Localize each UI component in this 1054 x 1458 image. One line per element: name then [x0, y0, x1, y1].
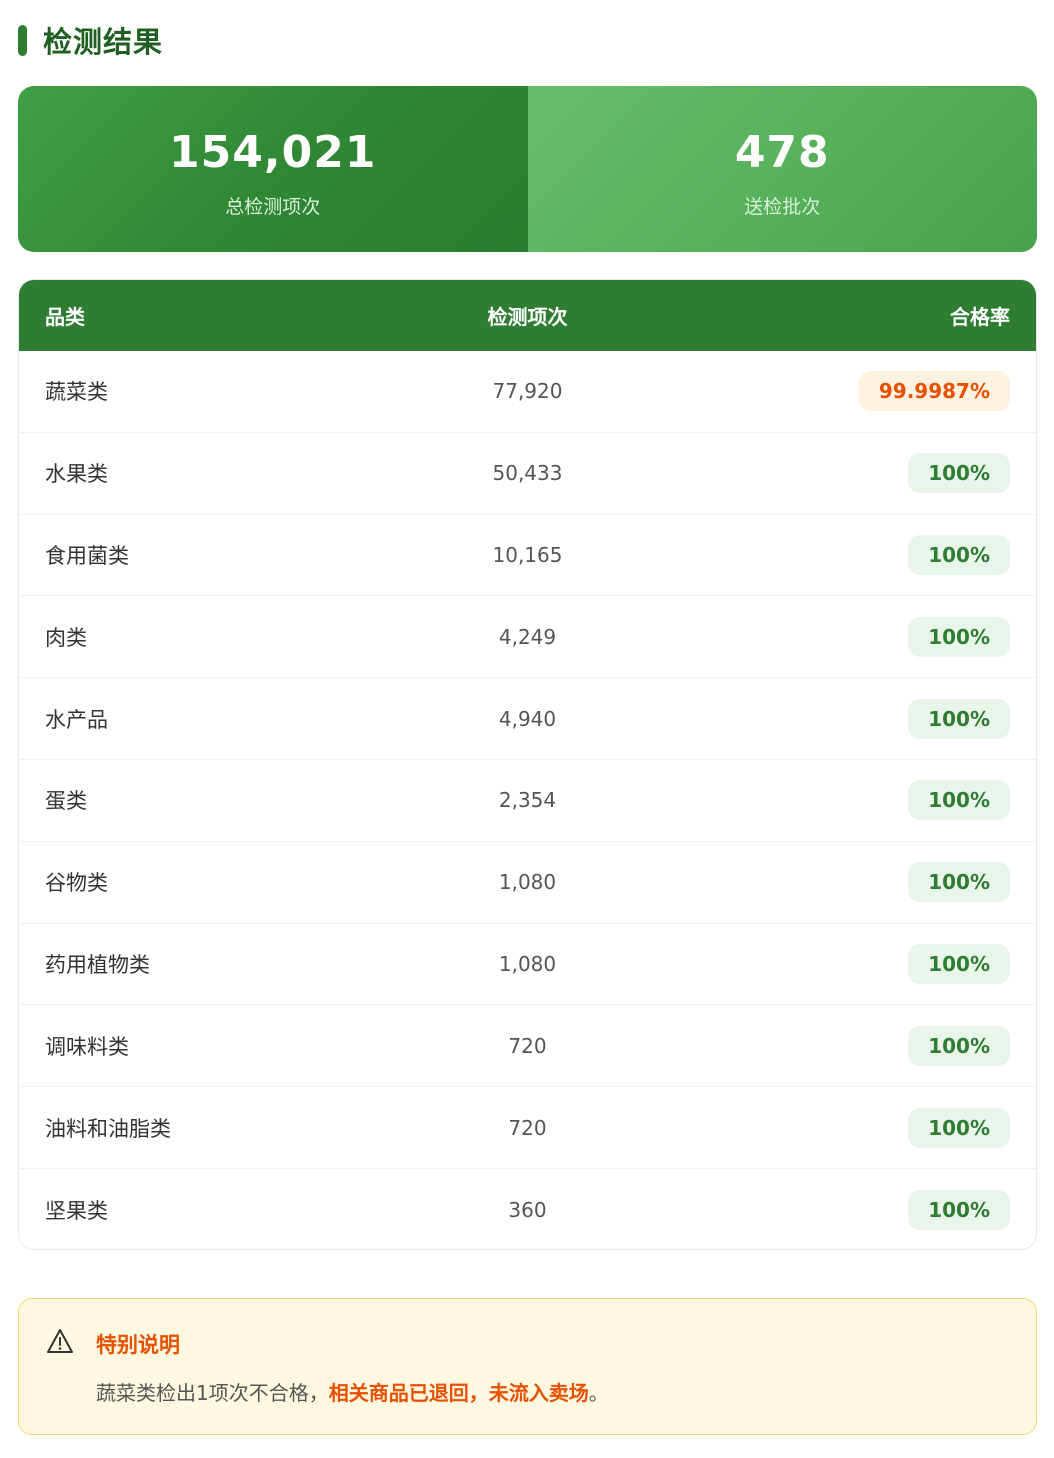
- cell-rate: 100%: [696, 862, 1036, 903]
- table-header: 品类 检测项次 合格率: [19, 280, 1036, 351]
- cell-rate: 99.9987%: [696, 371, 1036, 412]
- table-row: 食用菌类 10,165 100%: [19, 515, 1036, 597]
- table-row: 坚果类 360 100%: [19, 1169, 1036, 1249]
- cell-rate: 100%: [696, 453, 1036, 494]
- section-header: 检测结果: [18, 20, 163, 60]
- cell-rate: 100%: [696, 943, 1036, 984]
- cell-count: 4,249: [498, 624, 557, 649]
- stat-total-items-value: 154,021: [169, 127, 377, 178]
- cell-category: 蔬菜类: [45, 380, 108, 405]
- cell-category: 油料和油脂类: [45, 1116, 171, 1141]
- pass-rate-badge: 100%: [908, 698, 1010, 739]
- pass-rate-badge: 100%: [908, 453, 1010, 494]
- cell-count: 2,354: [498, 788, 557, 813]
- stat-batches: 478 送检批次: [527, 86, 1037, 252]
- pass-rate-badge: 100%: [908, 1107, 1010, 1148]
- cell-category: 药用植物类: [45, 952, 150, 977]
- table-row: 水产品 4,940 100%: [19, 678, 1036, 760]
- table-row: 水果类 50,433 100%: [19, 433, 1036, 515]
- cell-count: 1,080: [498, 870, 557, 895]
- cell-rate: 100%: [696, 1189, 1036, 1230]
- stat-total-items: 154,021 总检测项次: [18, 86, 528, 252]
- cell-category: 肉类: [45, 625, 87, 650]
- warning-triangle-icon: [47, 1329, 73, 1353]
- cell-rate: 100%: [696, 698, 1036, 739]
- column-header-category: 品类: [45, 305, 85, 329]
- title-accent-bar: [18, 24, 27, 56]
- pass-rate-badge: 100%: [908, 534, 1010, 575]
- stat-batches-label: 送检批次: [744, 196, 821, 218]
- stat-batches-value: 478: [734, 127, 830, 178]
- cell-rate: 100%: [696, 1107, 1036, 1148]
- pass-rate-badge: 100%: [908, 780, 1010, 821]
- table-row: 油料和油脂类 720 100%: [19, 1087, 1036, 1169]
- pass-rate-badge: 100%: [908, 1025, 1010, 1066]
- notice-text: 蔬菜类检出1项次不合格，相关商品已退回，未流入卖场。: [96, 1377, 609, 1406]
- cell-category: 坚果类: [45, 1198, 108, 1223]
- notice-text-prefix: 蔬菜类检出1项次不合格，: [96, 1381, 329, 1405]
- notice-title: 特别说明: [96, 1333, 180, 1357]
- cell-rate: 100%: [696, 1025, 1036, 1066]
- notice-text-emphasis: 相关商品已退回，未流入卖场: [328, 1381, 589, 1405]
- pass-rate-badge: 100%: [908, 1189, 1010, 1230]
- pass-rate-badge: 100%: [908, 616, 1010, 657]
- table-row: 蛋类 2,354 100%: [19, 760, 1036, 842]
- table-row: 谷物类 1,080 100%: [19, 842, 1036, 924]
- cell-count: 10,165: [492, 542, 563, 567]
- stat-total-items-label: 总检测项次: [225, 196, 321, 218]
- results-table: 品类 检测项次 合格率 蔬菜类 77,920 99.9987% 水果类 50,433 10…: [18, 279, 1037, 1250]
- cell-rate: 100%: [696, 616, 1036, 657]
- cell-category: 调味料类: [45, 1034, 129, 1059]
- cell-category: 食用菌类: [45, 543, 129, 568]
- table-row: 调味料类 720 100%: [19, 1005, 1036, 1088]
- table-row: 肉类 4,249 100%: [19, 596, 1036, 679]
- cell-count: 77,920: [492, 379, 563, 404]
- table-row: 药用植物类 1,080 100%: [19, 924, 1036, 1006]
- cell-count: 50,433: [492, 461, 563, 486]
- cell-rate: 100%: [696, 780, 1036, 821]
- table-body: 蔬菜类 77,920 99.9987% 水果类 50,433 100% 食用菌类 10,165…: [19, 351, 1036, 1249]
- column-header-rate: 合格率: [950, 305, 1010, 329]
- pass-rate-badge: 100%: [908, 943, 1010, 984]
- pass-rate-badge: 100%: [908, 862, 1010, 903]
- cell-count: 4,940: [498, 706, 557, 731]
- cell-count: 1,080: [498, 951, 557, 976]
- cell-category: 谷物类: [45, 871, 108, 896]
- table-row: 蔬菜类 77,920 99.9987%: [19, 351, 1036, 433]
- notice-text-suffix: 。: [588, 1381, 609, 1405]
- pass-rate-badge: 99.9987%: [858, 371, 1010, 412]
- cell-count: 360: [508, 1197, 547, 1222]
- summary-stats-card: 154,021 总检测项次 478 送检批次: [18, 86, 1037, 252]
- inspection-results-page: 检测结果 154,021 总检测项次 478 送检批次 品类 检测项次 合格率 …: [0, 0, 1054, 1458]
- cell-count: 720: [508, 1115, 547, 1140]
- cell-rate: 100%: [696, 534, 1036, 575]
- cell-category: 水产品: [45, 707, 108, 732]
- page-title: 检测结果: [43, 25, 164, 59]
- column-header-count: 检测项次: [487, 305, 568, 329]
- cell-category: 蛋类: [45, 789, 87, 814]
- cell-category: 水果类: [45, 462, 108, 487]
- special-notice: 特别说明 蔬菜类检出1项次不合格，相关商品已退回，未流入卖场。: [18, 1298, 1037, 1435]
- cell-count: 720: [508, 1033, 547, 1058]
